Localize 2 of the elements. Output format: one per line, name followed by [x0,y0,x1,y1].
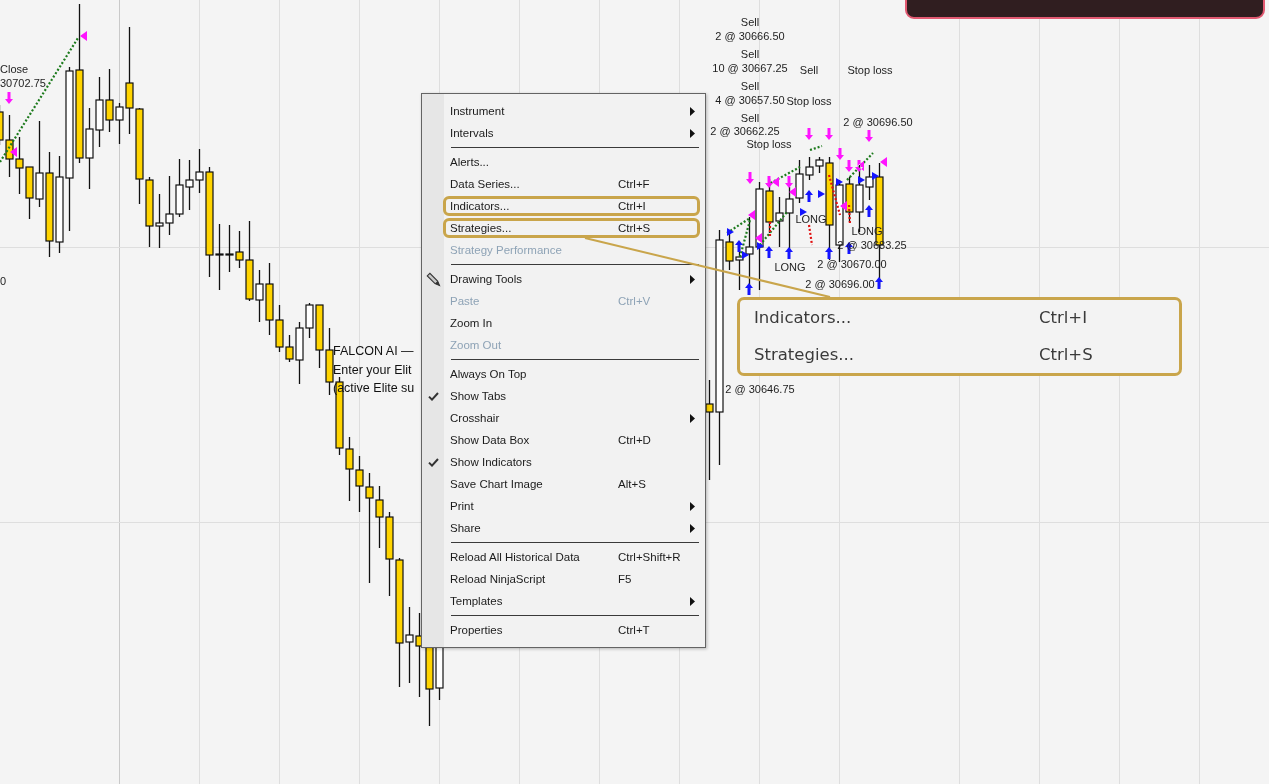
callout-shortcut-text: Ctrl+I [1039,307,1088,327]
callout-shortcut-text: Ctrl+S [1039,344,1093,364]
